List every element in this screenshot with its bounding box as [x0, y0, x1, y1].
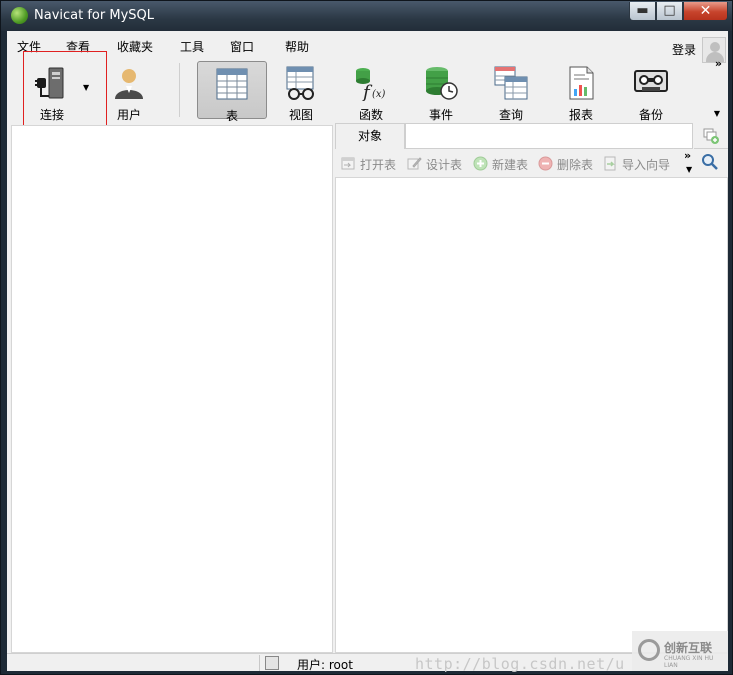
object-area: 对象 打开表 设计表 新建表 删除表 导入向导 » ▼: [335, 123, 728, 653]
import-wizard-icon: [604, 156, 616, 171]
close-button[interactable]: ✕: [683, 2, 728, 21]
import-wizard-label: 导入向导: [622, 158, 671, 172]
open-table-icon: [341, 157, 355, 170]
menu-window[interactable]: 窗口: [230, 38, 254, 55]
object-list-panel[interactable]: [335, 177, 728, 653]
menu-tools[interactable]: 工具: [180, 38, 204, 55]
connect-dropdown-icon[interactable]: ▼: [83, 83, 89, 92]
new-table-label: 新建表: [492, 158, 529, 172]
svg-text:(x): (x): [372, 89, 386, 100]
main-client-area: 文件 查看 收藏夹 工具 窗口 帮助 登录 连接 ▼ 用户 表 视图 f (x)…: [7, 31, 728, 673]
design-table-label: 设计表: [426, 158, 463, 172]
toolbar-more-icon[interactable]: »: [715, 57, 722, 70]
navicat-logo-icon: [11, 7, 28, 24]
function-button[interactable]: f (x) 函数: [349, 61, 393, 122]
object-toolbar-dropdown-icon[interactable]: ▼: [686, 165, 692, 174]
import-wizard-button[interactable]: 导入向导: [603, 156, 670, 172]
open-table-button[interactable]: 打开表: [341, 156, 396, 172]
table-button[interactable]: 表: [197, 61, 267, 123]
object-toolbar-more-icon[interactable]: »: [684, 150, 691, 161]
tab-strip: [405, 123, 693, 149]
new-table-button[interactable]: 新建表: [473, 156, 528, 172]
table-label: 表: [225, 109, 238, 123]
backup-tape-icon: [634, 70, 668, 92]
function-fx-icon: f (x): [356, 68, 386, 101]
watermark-logo-subtext: CHUANG XIN HU LIAN: [664, 655, 714, 669]
delete-table-button[interactable]: 删除表: [538, 156, 593, 172]
app-window: Navicat for MySQL ▬ □ ✕ 文件 查看 收藏夹 工具 窗口 …: [0, 0, 733, 675]
new-tab-icon[interactable]: [703, 128, 719, 144]
status-user: 用户: root: [297, 658, 353, 672]
new-table-icon: [473, 156, 488, 171]
event-label: 事件: [428, 108, 453, 122]
connect-label: 连接: [39, 108, 64, 122]
search-icon[interactable]: [701, 153, 719, 171]
maximize-button[interactable]: □: [656, 2, 683, 21]
delete-table-label: 删除表: [557, 158, 594, 172]
function-label: 函数: [358, 108, 383, 122]
avatar-head: [710, 42, 720, 52]
close-icon: ✕: [699, 3, 712, 19]
delete-table-icon: [538, 156, 553, 171]
menu-favorites[interactable]: 收藏夹: [117, 38, 153, 55]
status-bar: 用户: root http://blog.csdn.net/u: [7, 653, 728, 673]
login-link[interactable]: 登录: [672, 41, 696, 58]
user-label: 用户: [116, 108, 141, 122]
backup-button[interactable]: 备份: [629, 61, 673, 122]
tab-objects[interactable]: 对象: [335, 123, 405, 149]
report-label: 报表: [568, 108, 593, 122]
watermark-logo-icon: [638, 639, 660, 661]
backup-label: 备份: [638, 108, 663, 122]
main-toolbar: 连接 ▼ 用户 表 视图 f (x) 函数 事件 查询 报表 备份 » ▼: [7, 51, 728, 126]
minimize-icon: ▬: [636, 3, 649, 18]
query-button[interactable]: 查询: [489, 61, 533, 122]
view-button[interactable]: 视图: [279, 61, 323, 122]
object-toolbar: 打开表 设计表 新建表 删除表 导入向导 » ▼: [335, 149, 728, 177]
status-connection-icon: [265, 656, 279, 670]
connect-button[interactable]: 连接: [27, 61, 77, 122]
menu-bar: 文件 查看 收藏夹 工具 窗口 帮助 登录: [7, 35, 728, 63]
report-document-icon: [569, 66, 594, 100]
minimize-button[interactable]: ▬: [629, 2, 656, 21]
watermark-logo-text: 创新互联: [664, 641, 713, 655]
watermark-logo: 创新互联 CHUANG XIN HU LIAN: [632, 631, 728, 671]
report-button[interactable]: 报表: [559, 61, 603, 122]
table-grid-icon: [216, 68, 248, 100]
event-button[interactable]: 事件: [419, 61, 463, 122]
menu-help[interactable]: 帮助: [285, 38, 309, 55]
design-table-icon: [407, 157, 422, 170]
query-label: 查询: [498, 108, 523, 122]
design-table-button[interactable]: 设计表: [407, 156, 462, 172]
status-separator: [259, 655, 260, 671]
title-bar[interactable]: Navicat for MySQL ▬ □ ✕: [1, 1, 732, 31]
toolbar-customize-icon[interactable]: ▼: [714, 109, 720, 118]
watermark-url: http://blog.csdn.net/u: [415, 655, 625, 673]
event-clock-icon: [426, 67, 458, 100]
tab-corner: [694, 123, 728, 149]
query-tables-icon: [494, 66, 528, 100]
toolbar-separator: [179, 63, 180, 117]
open-table-label: 打开表: [360, 158, 397, 172]
user-button[interactable]: 用户: [107, 61, 151, 122]
maximize-icon: □: [663, 3, 676, 18]
window-title: Navicat for MySQL: [34, 8, 154, 23]
user-person-icon: [115, 69, 143, 99]
tab-objects-label: 对象: [357, 129, 382, 143]
window-controls: ▬ □ ✕: [629, 2, 728, 21]
connection-plug-icon: [35, 67, 64, 99]
view-glasses-icon: [286, 66, 314, 100]
connection-tree-panel[interactable]: [11, 125, 333, 653]
view-label: 视图: [288, 108, 313, 122]
